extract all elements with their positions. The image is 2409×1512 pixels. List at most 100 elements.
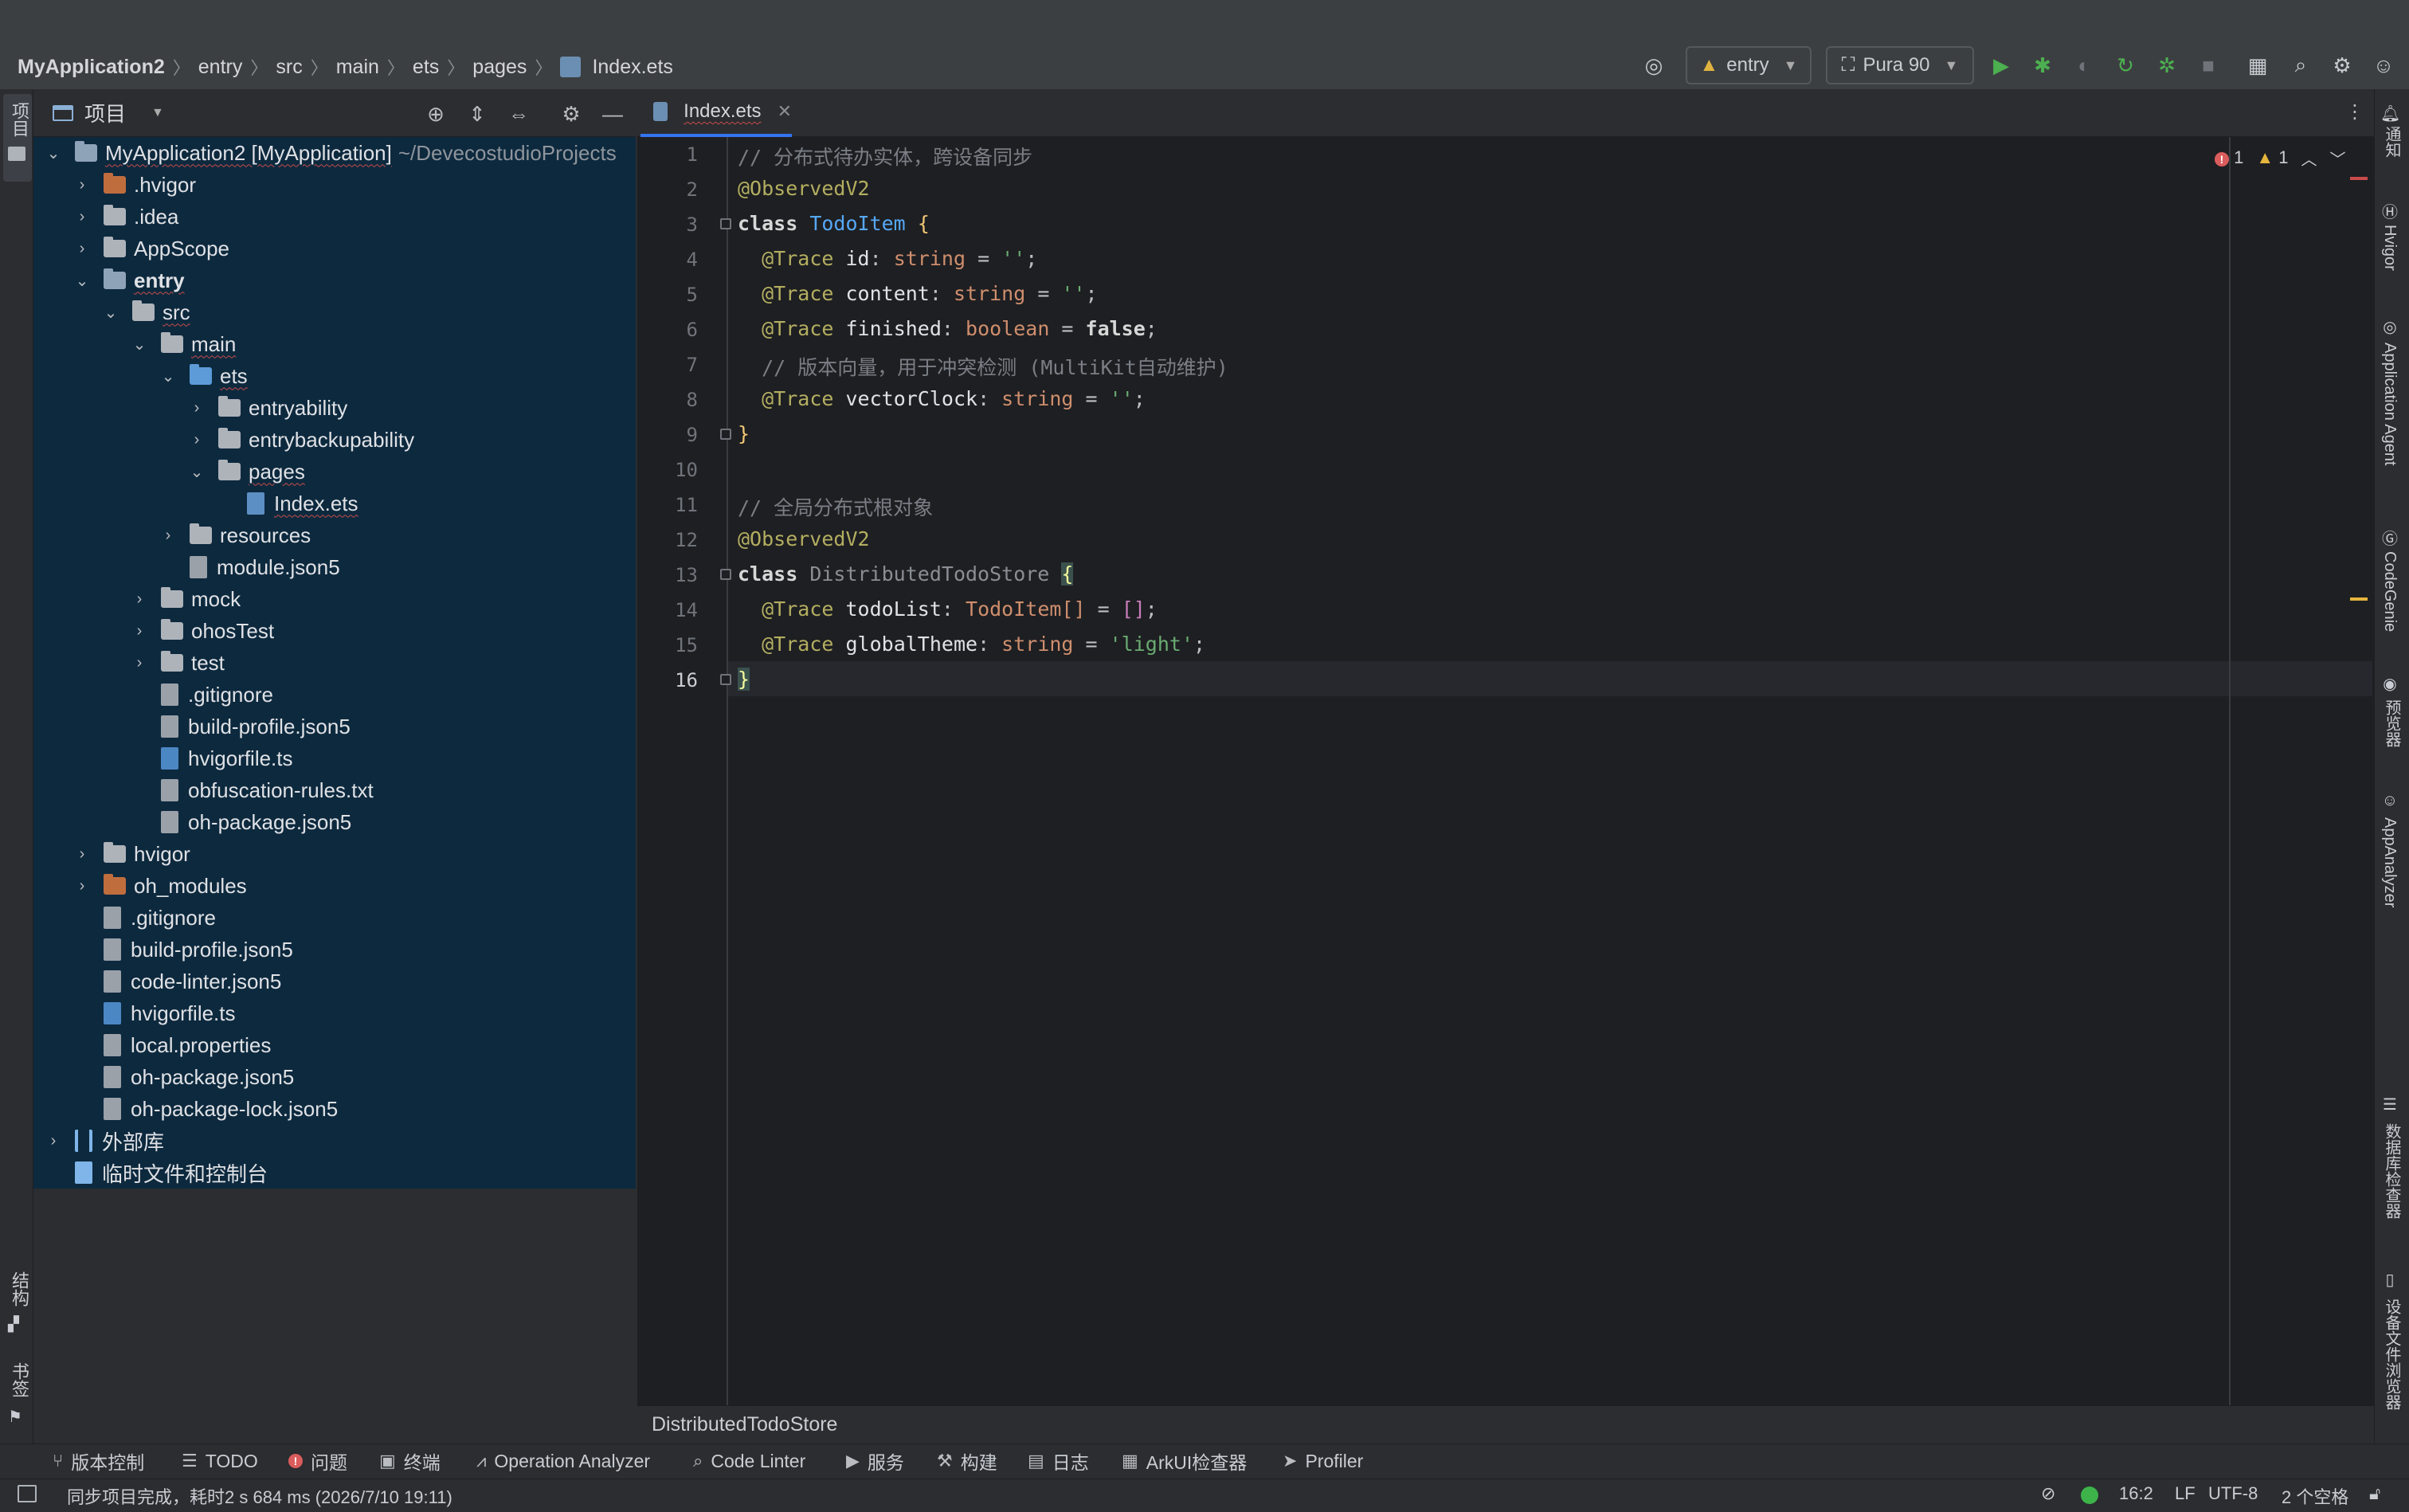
tree-row[interactable]: .gitignore (33, 902, 636, 934)
right-tool-appanalyzer[interactable]: AppAnalyzer (2380, 817, 2399, 907)
right-tool-hvigor[interactable]: Hvigor (2380, 225, 2399, 271)
right-tool-notifications[interactable]: 通知 (2380, 126, 2403, 158)
gear-icon[interactable]: ⚙ (559, 102, 583, 126)
tool-problems[interactable]: ! 问题 (288, 1447, 347, 1475)
stop-icon[interactable]: ■ (2194, 46, 2223, 84)
target-icon[interactable]: ◎ (1638, 46, 1670, 84)
file-encoding[interactable]: UTF-8 (2208, 1483, 2258, 1504)
locate-icon[interactable]: ⊕ (424, 102, 448, 126)
tree-row[interactable]: .gitignore (33, 679, 636, 711)
breadcrumb-item-src[interactable]: src (276, 56, 302, 79)
tool-terminal[interactable]: ▣ 终端 (379, 1447, 441, 1475)
tree-row[interactable]: Index.ets (33, 488, 636, 519)
tree-row[interactable]: › resources (33, 519, 636, 551)
fold-marker[interactable] (720, 218, 731, 229)
indent-setting[interactable]: 2 个空格 (2282, 1483, 2348, 1509)
run-config-select[interactable]: ▲ entry ▼ (1686, 46, 1812, 84)
tree-row[interactable]: ⌄ MyApplication2 [MyApplication] ~/Devecos… (33, 137, 636, 169)
tool-arkui-inspector[interactable]: ▦ ArkUI检查器 (1122, 1447, 1247, 1475)
editor-breadcrumb[interactable]: DistributedTodoStore (637, 1405, 2374, 1443)
more-vertical-icon[interactable]: ⋮ (2345, 100, 2364, 124)
breadcrumb-item-ets[interactable]: ets (413, 56, 439, 79)
tool-version-control[interactable]: ⑂ 版本控制 (53, 1447, 144, 1475)
breadcrumb-item-entry[interactable]: entry (198, 56, 243, 79)
warning-count[interactable]: ▲ 1 (2256, 147, 2288, 168)
tree-row[interactable]: › ohosTest (33, 615, 636, 647)
debug-icon[interactable]: ✱ (2028, 46, 2057, 84)
tool-operation-analyzer[interactable]: ⩘ Operation Analyzer (476, 1447, 650, 1475)
breadcrumb-item-project[interactable]: MyApplication2 (18, 56, 165, 79)
right-tool-device-file-browser[interactable]: 设备文件浏览器 (2380, 1299, 2403, 1410)
tool-profiler[interactable]: ➤ Profiler (1283, 1447, 1363, 1475)
tool-code-linter[interactable]: ⌕ Code Linter (693, 1447, 805, 1475)
collapse-all-icon[interactable]: ⇔ (507, 102, 531, 126)
caret-position[interactable]: 16:2 (2119, 1483, 2153, 1504)
tree-row[interactable]: hvigorfile.ts (33, 742, 636, 774)
tree-row[interactable]: ⌄ src (33, 296, 636, 328)
connection-status-icon[interactable] (2081, 1487, 2098, 1504)
right-tool-previewer[interactable]: 预览器 (2380, 699, 2403, 747)
breadcrumb-item-file[interactable]: Index.ets (592, 56, 672, 79)
tree-row[interactable]: local.properties (33, 1029, 636, 1061)
tree-row[interactable]: › entryability (33, 392, 636, 424)
next-issue-icon[interactable]: ﹀ (2330, 147, 2346, 170)
tree-row[interactable]: › mock (33, 583, 636, 615)
tree-row[interactable]: hvigorfile.ts (33, 997, 636, 1029)
tree-row[interactable]: › entrybackupability (33, 424, 636, 456)
bookmarks-tool-label[interactable]: 书签 (6, 1362, 32, 1397)
tree-row[interactable]: › .idea (33, 201, 636, 233)
device-select[interactable]: ⛶ Pura 90 ▼ (1826, 46, 1974, 84)
inspection-widget[interactable]: ! 1 ▲ 1 ︿ ﹀ (2215, 143, 2346, 172)
tree-row[interactable]: › test (33, 647, 636, 679)
lock-icon[interactable]: 🔓︎ (2369, 1483, 2380, 1504)
tree-row[interactable]: code-linter.json5 (33, 966, 636, 997)
tree-row[interactable]: ⌄ pages (33, 456, 636, 488)
tree-row[interactable]: › oh_modules (33, 870, 636, 902)
fold-marker[interactable] (720, 569, 731, 580)
tree-row[interactable]: oh-package.json5 (33, 1061, 636, 1093)
structure-tool-label[interactable]: 结构 (6, 1271, 32, 1306)
tool-log[interactable]: ▤ 日志 (1028, 1447, 1089, 1475)
profile-icon[interactable]: ◐ (2070, 46, 2098, 84)
search-icon[interactable]: ⌕ (2286, 46, 2315, 84)
gear-icon[interactable]: ⚙ (2328, 46, 2356, 84)
error-stripe-marker[interactable] (2350, 177, 2368, 180)
close-icon[interactable]: ✕ (778, 101, 792, 122)
warning-stripe-marker[interactable] (2350, 597, 2368, 601)
reload-icon[interactable]: ↻ (2111, 46, 2140, 84)
right-tool-codegenie[interactable]: CodeGenie (2380, 551, 2399, 632)
status-message[interactable]: 同步项目完成，耗时2 s 684 ms (2026/7/10 19:11) (67, 1483, 452, 1509)
account-icon[interactable]: ☺ (2369, 46, 2398, 84)
line-separator[interactable]: LF (2175, 1483, 2196, 1504)
tree-row[interactable]: module.json5 (33, 551, 636, 583)
minimize-icon[interactable]: — (601, 102, 625, 126)
tree-row[interactable]: ⌄ ets (33, 360, 636, 392)
device-manager-icon[interactable]: ▦ (2243, 46, 2272, 84)
editor-breadcrumb-item[interactable]: DistributedTodoStore (652, 1413, 837, 1436)
run-icon[interactable]: ▶ (1987, 46, 2015, 84)
fold-marker[interactable] (720, 674, 731, 685)
tool-build[interactable]: ⚒ 构建 (937, 1447, 997, 1475)
tree-row[interactable]: › hvigor (33, 838, 636, 870)
attach-debugger-icon[interactable]: ✲ (2152, 46, 2181, 84)
expand-all-icon[interactable]: ⇕ (465, 102, 489, 126)
tool-services[interactable]: ▶ 服务 (846, 1447, 904, 1475)
right-tool-database-inspector[interactable]: 数据库检查器 (2380, 1123, 2403, 1219)
tree-row[interactable]: build-profile.json5 (33, 934, 636, 966)
tab-index-ets[interactable]: Index.ets ✕ (640, 89, 792, 137)
project-view-selector[interactable]: 项目 ▼ (53, 98, 164, 127)
power-save-icon[interactable]: ⊘ (2041, 1483, 2055, 1504)
tree-row[interactable]: 临时文件和控制台 (33, 1157, 636, 1189)
tree-row[interactable]: obfuscation-rules.txt (33, 774, 636, 806)
tree-row[interactable]: oh-package.json5 (33, 806, 636, 838)
tree-row[interactable]: › AppScope (33, 233, 636, 264)
tree-row[interactable]: ⌄ entry (33, 264, 636, 296)
tree-row[interactable]: › .hvigor (33, 169, 636, 201)
toggle-panels-icon[interactable] (18, 1485, 37, 1502)
breadcrumb-item-pages[interactable]: pages (472, 56, 527, 79)
tree-row[interactable]: oh-package-lock.json5 (33, 1093, 636, 1125)
error-count[interactable]: ! 1 (2215, 147, 2243, 168)
right-tool-application-agent[interactable]: Application Agent (2380, 343, 2399, 466)
fold-marker[interactable] (720, 429, 731, 440)
tree-row[interactable]: › 外部库 (33, 1125, 636, 1157)
